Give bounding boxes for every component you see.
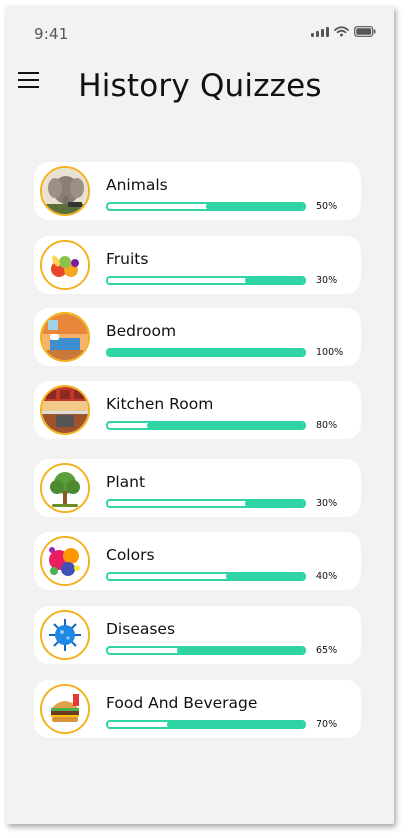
- paint-splash-icon: [40, 536, 90, 586]
- quiz-card-colors[interactable]: Colors 40%: [34, 532, 361, 590]
- quiz-card-label: Animals: [106, 176, 168, 194]
- progress-fill: [108, 350, 304, 355]
- progress-fill: [176, 648, 304, 653]
- quiz-card-label: Colors: [106, 546, 155, 564]
- progress-fill: [245, 501, 304, 506]
- progress-fill: [245, 278, 304, 283]
- wifi-icon: [334, 26, 349, 37]
- status-bar: 9:41: [6, 6, 394, 60]
- elephant-icon: [40, 166, 90, 216]
- quiz-card-animals[interactable]: Animals 50%: [34, 162, 361, 220]
- progress-percent: 65%: [316, 645, 338, 656]
- page-title: History Quizzes: [78, 68, 322, 104]
- progress-bar: [106, 499, 306, 508]
- progress-percent: 30%: [316, 275, 338, 286]
- quiz-card-fruits[interactable]: Fruits 30%: [34, 236, 361, 294]
- quiz-card-label: Bedroom: [106, 322, 177, 340]
- progress-fill: [206, 204, 304, 209]
- progress-fill: [166, 722, 304, 727]
- battery-icon: [354, 26, 376, 37]
- progress-bar: [106, 720, 306, 729]
- bed-icon: [40, 312, 90, 362]
- quiz-card-diseases[interactable]: Diseases 65%: [34, 606, 361, 664]
- quiz-card-label: Plant: [106, 473, 146, 491]
- quiz-card-plant[interactable]: Plant 30%: [34, 459, 361, 517]
- quiz-card-kitchen-room[interactable]: Kitchen Room 80%: [34, 381, 361, 439]
- quiz-card-bedroom[interactable]: Bedroom 100%: [34, 308, 361, 366]
- progress-percent: 50%: [316, 201, 338, 212]
- kitchen-icon: [40, 385, 90, 435]
- burger-icon: [40, 684, 90, 734]
- progress-percent: 40%: [316, 571, 338, 582]
- progress-percent: 30%: [316, 498, 338, 509]
- progress-percent: 70%: [316, 719, 338, 730]
- progress-percent: 80%: [316, 420, 338, 431]
- quiz-card-label: Kitchen Room: [106, 395, 214, 413]
- quiz-card-label: Fruits: [106, 250, 149, 268]
- progress-fill: [147, 423, 304, 428]
- quiz-card-food-and-beverage[interactable]: Food And Beverage 70%: [34, 680, 361, 738]
- quiz-card-label: Food And Beverage: [106, 694, 258, 712]
- progress-bar: [106, 421, 306, 430]
- progress-bar: [106, 276, 306, 285]
- progress-bar: [106, 646, 306, 655]
- status-icons: [311, 26, 376, 37]
- progress-bar: [106, 348, 306, 357]
- progress-bar: [106, 202, 306, 211]
- phone-screen: 9:41 History Quizzes Animals 50% Fruits …: [6, 6, 394, 824]
- progress-bar: [106, 572, 306, 581]
- virus-icon: [40, 610, 90, 660]
- fruit-icon: [40, 240, 90, 290]
- tree-icon: [40, 463, 90, 513]
- quiz-card-label: Diseases: [106, 620, 176, 638]
- progress-fill: [225, 574, 304, 579]
- progress-percent: 100%: [316, 347, 344, 358]
- status-time: 9:41: [34, 25, 69, 43]
- cellular-signal-icon: [311, 26, 329, 37]
